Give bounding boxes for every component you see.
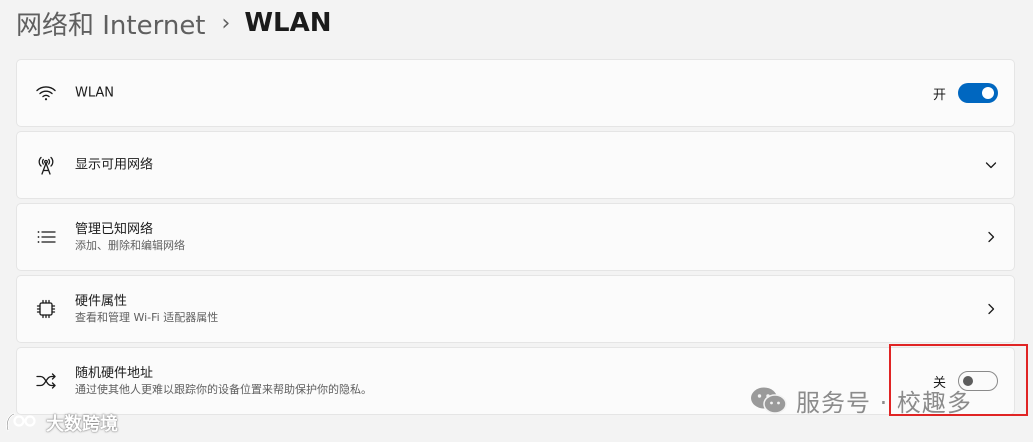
hardware-properties-title: 硬件属性	[75, 294, 128, 309]
page-title: WLAN	[244, 8, 332, 38]
toggle-knob	[982, 87, 994, 99]
show-available-networks-title: 显示可用网络	[75, 157, 154, 173]
chevron-right-icon	[988, 303, 995, 315]
wlan-title: WLAN	[75, 85, 115, 101]
wlan-state-label: 开	[932, 87, 946, 103]
show-available-networks-row[interactable]: 显示可用网络	[16, 131, 1015, 199]
wifi-icon	[35, 82, 57, 104]
wlan-setting-row[interactable]: WLAN 开	[16, 59, 1015, 127]
manage-known-networks-row[interactable]: 管理已知网络 添加、删除和编辑网络	[16, 203, 1015, 271]
antenna-icon	[35, 154, 57, 176]
manage-known-networks-title: 管理已知网络	[75, 222, 154, 237]
manage-known-networks-subtitle: 添加、删除和编辑网络	[75, 239, 185, 252]
hardware-properties-subtitle: 查看和管理 Wi-Fi 适配器属性	[75, 311, 219, 324]
watermark-left: 大数跨境	[4, 410, 118, 436]
breadcrumb: 网络和 Internet › WLAN	[16, 4, 331, 42]
chevron-down-icon	[985, 162, 997, 169]
watermark-left-text: 大数跨境	[46, 414, 118, 435]
chip-icon	[35, 298, 57, 320]
watermark-right: 服务号 · 校趣多	[750, 383, 972, 418]
wechat-logo-icon	[751, 387, 787, 414]
chevron-right-icon	[988, 231, 995, 243]
random-hardware-address-title: 随机硬件地址	[75, 366, 154, 381]
brand-logo-icon	[6, 412, 36, 432]
breadcrumb-parent-link[interactable]: 网络和 Internet	[16, 5, 206, 42]
list-icon	[35, 226, 57, 248]
random-hardware-address-subtitle: 通过使其他人更难以跟踪你的设备位置来帮助保护你的隐私。	[75, 383, 372, 396]
shuffle-icon	[35, 370, 57, 392]
wlan-toggle[interactable]	[958, 83, 998, 103]
hardware-properties-row[interactable]: 硬件属性 查看和管理 Wi-Fi 适配器属性	[16, 275, 1015, 343]
watermark-right-text: 服务号 · 校趣多	[796, 389, 972, 417]
breadcrumb-separator: ›	[221, 10, 231, 36]
